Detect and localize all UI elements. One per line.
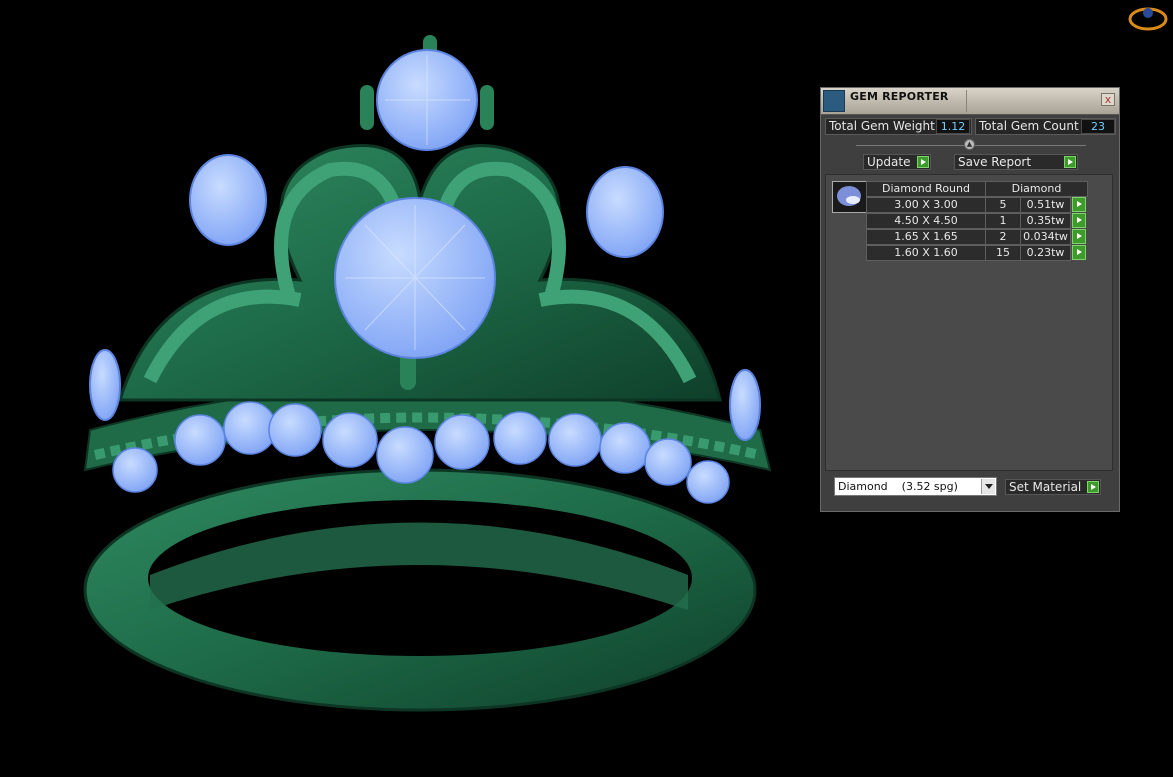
- row-count: 5: [985, 197, 1021, 213]
- table-header-shape: Diamond Round: [866, 181, 986, 197]
- row-count: 15: [985, 245, 1021, 261]
- row-count: 2: [985, 229, 1021, 245]
- row-count: 1: [985, 213, 1021, 229]
- play-arrow-icon: [917, 156, 929, 168]
- row-size: 1.60 X 1.60: [866, 245, 986, 261]
- set-material-button-label: Set Material: [1009, 480, 1082, 494]
- round-gem-icon[interactable]: [832, 181, 867, 213]
- total-gem-count-text: Total Gem Count: [979, 119, 1079, 133]
- play-arrow-icon[interactable]: [1072, 229, 1086, 244]
- panel-titlebar[interactable]: GEM REPORTER x: [821, 88, 1119, 115]
- total-gem-count-value: 23: [1081, 119, 1115, 134]
- titlebar-divider: [966, 90, 967, 112]
- row-weight: 0.35tw: [1020, 213, 1071, 229]
- row-size: 1.65 X 1.65: [866, 229, 986, 245]
- play-arrow-icon[interactable]: [1072, 197, 1086, 212]
- gem-reporter-icon: [823, 90, 845, 112]
- save-report-button[interactable]: Save Report: [954, 154, 1078, 170]
- row-weight: 0.51tw: [1020, 197, 1071, 213]
- row-weight: 0.034tw: [1020, 229, 1071, 245]
- view-navigator-icon[interactable]: [1127, 2, 1169, 32]
- close-icon[interactable]: x: [1101, 93, 1115, 106]
- row-size: 3.00 X 3.00: [866, 197, 986, 213]
- material-select[interactable]: Diamond (3.52 spg): [834, 477, 997, 496]
- gem-reporter-panel: GEM REPORTER x Total Gem Weight 1.12 Tot…: [820, 87, 1120, 512]
- table-header-material: Diamond: [985, 181, 1088, 197]
- row-weight: 0.23tw: [1020, 245, 1071, 261]
- update-button-label: Update: [867, 155, 911, 169]
- play-arrow-icon: [1087, 481, 1099, 493]
- gem-list: Diamond Round Diamond 3.00 X 3.00 5 0.51…: [825, 174, 1113, 471]
- panel-title: GEM REPORTER: [850, 90, 949, 103]
- play-arrow-icon[interactable]: [1072, 245, 1086, 260]
- total-gem-weight-value: 1.12: [936, 119, 970, 134]
- save-report-button-label: Save Report: [958, 155, 1032, 169]
- collapse-toggle-icon[interactable]: ▲: [964, 139, 975, 150]
- total-gem-weight-text: Total Gem Weight: [829, 119, 935, 133]
- material-select-value: Diamond (3.52 spg): [838, 480, 958, 493]
- chevron-down-icon[interactable]: [981, 479, 995, 494]
- play-arrow-icon: [1064, 156, 1076, 168]
- play-arrow-icon[interactable]: [1072, 213, 1086, 228]
- update-button[interactable]: Update: [863, 154, 931, 170]
- row-size: 4.50 X 4.50: [866, 213, 986, 229]
- set-material-button[interactable]: Set Material: [1005, 479, 1101, 495]
